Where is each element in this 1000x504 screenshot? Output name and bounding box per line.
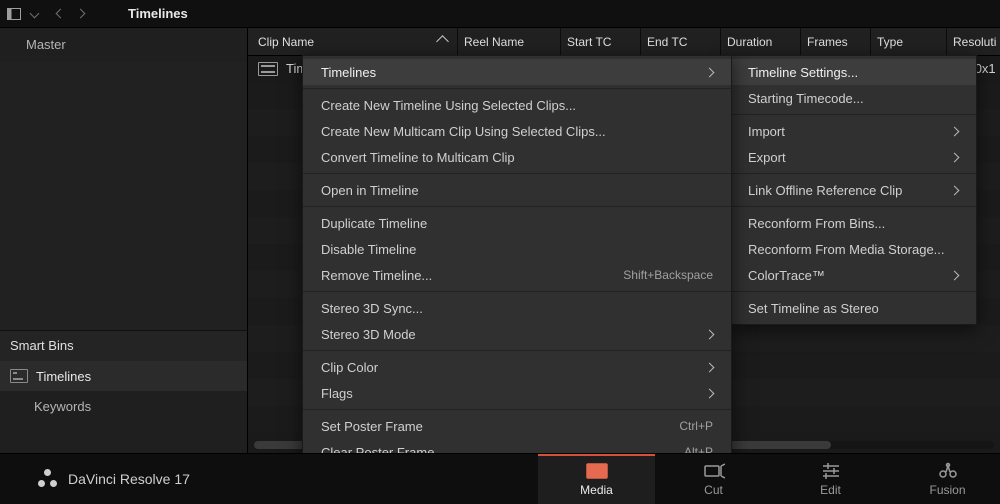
menu-item[interactable]: Starting Timecode... bbox=[730, 85, 976, 111]
app-brand: DaVinci Resolve 17 bbox=[38, 469, 190, 489]
cut-icon bbox=[703, 462, 725, 480]
column-header: Clip Name Reel Name Start TC End TC Dura… bbox=[248, 28, 1000, 56]
col-reel-name[interactable]: Reel Name bbox=[458, 28, 561, 55]
col-frames[interactable]: Frames bbox=[801, 28, 871, 55]
submenu-arrow-icon bbox=[950, 270, 960, 280]
smart-bin-label: Timelines bbox=[36, 369, 91, 384]
menu-separator bbox=[303, 206, 731, 207]
page-edit[interactable]: Edit bbox=[772, 454, 889, 504]
menu-item[interactable]: Timeline Settings... bbox=[730, 59, 976, 85]
smart-bin-keywords[interactable]: Keywords bbox=[0, 391, 247, 421]
menu-item[interactable]: Disable Timeline bbox=[303, 236, 731, 262]
menu-separator bbox=[730, 114, 976, 115]
submenu-arrow-icon bbox=[950, 185, 960, 195]
smart-bin-label: Keywords bbox=[34, 399, 91, 414]
layout-icon[interactable] bbox=[6, 6, 22, 22]
timelines-submenu[interactable]: Timeline Settings...Starting Timecode...… bbox=[729, 55, 977, 325]
submenu-arrow-icon bbox=[950, 126, 960, 136]
col-type[interactable]: Type bbox=[871, 28, 947, 55]
menu-item[interactable]: Set Timeline as Stereo bbox=[730, 295, 976, 321]
menu-separator bbox=[303, 350, 731, 351]
submenu-arrow-icon bbox=[705, 67, 715, 77]
submenu-arrow-icon bbox=[950, 152, 960, 162]
menu-item[interactable]: Clip Color bbox=[303, 354, 731, 380]
submenu-arrow-icon bbox=[705, 329, 715, 339]
submenu-arrow-icon bbox=[705, 388, 715, 398]
menu-separator bbox=[730, 291, 976, 292]
col-end-tc[interactable]: End TC bbox=[641, 28, 721, 55]
menu-item[interactable]: Remove Timeline...Shift+Backspace bbox=[303, 262, 731, 288]
sidebar: Master Smart Bins Timelines Keywords bbox=[0, 28, 248, 455]
menu-separator bbox=[303, 88, 731, 89]
menu-item[interactable]: Create New Timeline Using Selected Clips… bbox=[303, 92, 731, 118]
menu-item[interactable]: Create New Multicam Clip Using Selected … bbox=[303, 118, 731, 144]
menu-item[interactable]: Reconform From Media Storage... bbox=[730, 236, 976, 262]
page-cut[interactable]: Cut bbox=[655, 454, 772, 504]
menu-separator bbox=[730, 173, 976, 174]
menu-item[interactable]: Stereo 3D Mode bbox=[303, 321, 731, 347]
master-bin[interactable]: Master bbox=[0, 28, 247, 62]
col-resolution[interactable]: Resoluti bbox=[947, 28, 999, 55]
smart-bin-timelines[interactable]: Timelines bbox=[0, 361, 247, 391]
smart-bins-header: Smart Bins bbox=[0, 330, 247, 361]
menu-separator bbox=[303, 291, 731, 292]
submenu-arrow-icon bbox=[705, 362, 715, 372]
nav-back-button[interactable] bbox=[52, 6, 68, 22]
menu-separator bbox=[303, 173, 731, 174]
resolve-logo-icon bbox=[38, 469, 58, 489]
menu-item[interactable]: Export bbox=[730, 144, 976, 170]
menu-item[interactable]: Stereo 3D Sync... bbox=[303, 295, 731, 321]
menu-separator bbox=[303, 409, 731, 410]
top-toolbar: Timelines bbox=[0, 0, 1000, 28]
page-media[interactable]: Media bbox=[538, 454, 655, 504]
menu-item[interactable]: Set Poster FrameCtrl+P bbox=[303, 413, 731, 439]
bin-icon bbox=[10, 369, 28, 383]
dropdown-caret-icon[interactable] bbox=[26, 6, 42, 22]
col-clip-name[interactable]: Clip Name bbox=[252, 28, 458, 55]
sort-asc-icon bbox=[436, 35, 449, 48]
col-duration[interactable]: Duration bbox=[721, 28, 801, 55]
menu-item[interactable]: ColorTrace™ bbox=[730, 262, 976, 288]
timeline-icon bbox=[258, 62, 278, 76]
menu-item[interactable]: Reconform From Bins... bbox=[730, 210, 976, 236]
page-navigation: DaVinci Resolve 17 Media Cut Edit Fusion bbox=[0, 453, 1000, 504]
menu-item[interactable]: Convert Timeline to Multicam Clip bbox=[303, 144, 731, 170]
menu-item[interactable]: Flags bbox=[303, 380, 731, 406]
menu-item[interactable]: Timelines bbox=[303, 59, 731, 85]
menu-item[interactable]: Link Offline Reference Clip bbox=[730, 177, 976, 203]
media-icon bbox=[586, 462, 608, 480]
menu-item[interactable]: Duplicate Timeline bbox=[303, 210, 731, 236]
fusion-icon bbox=[937, 462, 959, 480]
nav-forward-button[interactable] bbox=[72, 6, 88, 22]
page-fusion[interactable]: Fusion bbox=[889, 454, 1000, 504]
menu-separator bbox=[730, 206, 976, 207]
menu-item[interactable]: Import bbox=[730, 118, 976, 144]
menu-item[interactable]: Open in Timeline bbox=[303, 177, 731, 203]
panel-title: Timelines bbox=[128, 6, 188, 21]
edit-icon bbox=[820, 462, 842, 480]
clip-context-menu[interactable]: Timelines Create New Timeline Using Selec… bbox=[302, 55, 732, 502]
col-start-tc[interactable]: Start TC bbox=[561, 28, 641, 55]
